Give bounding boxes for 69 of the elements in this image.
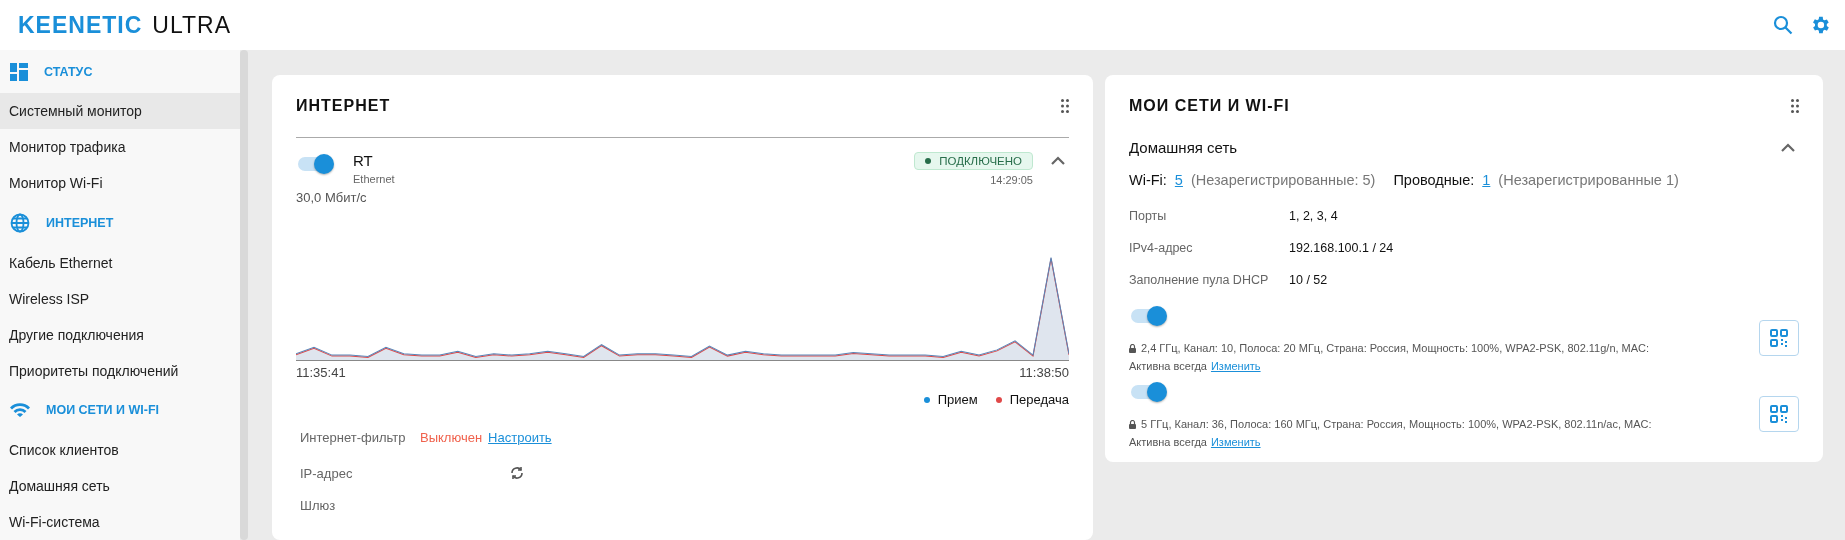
connection-type: Ethernet: [353, 173, 396, 185]
configure-link[interactable]: Настроить: [488, 429, 552, 445]
sidebar-item[interactable]: Приоритеты подключений: [0, 352, 240, 389]
sidebar-item[interactable]: Wi-Fi-система: [0, 504, 240, 540]
lock-icon: [1129, 343, 1136, 353]
network-details: 5 ГГц, Канал: 36, Полоса: 160 МГц, Страна: Россия, Мощность: 100%, WPA2-PSK, 802.11n/ac, MAC:: [1141, 418, 1652, 430]
lock-icon: [1129, 419, 1136, 429]
status-badge: ПОДКЛЮЧЕНО: [914, 152, 1033, 170]
segment-name: Домашняя сеть: [1129, 139, 1238, 156]
card-title: ИНТЕРНЕТ: [296, 97, 391, 115]
chart-start-time: 11:35:41: [296, 365, 346, 380]
logo[interactable]: KEENETIC ULTRA: [18, 11, 231, 39]
change-link[interactable]: Изменить: [1210, 360, 1261, 372]
qr-code-icon: [1770, 405, 1788, 423]
chevron-up-icon: [1781, 143, 1795, 152]
drag-handle-icon[interactable]: [1791, 99, 1799, 113]
section-title: СТАТУС: [44, 64, 93, 79]
field-label: Шлюз: [300, 497, 337, 513]
wired-unregistered: (Незарегистрированные 1): [1498, 172, 1679, 188]
wifi-unregistered: (Незарегистрированные: 5): [1190, 172, 1376, 188]
sidebar-item[interactable]: Домашняя сеть: [0, 468, 240, 504]
legend-label: Прием: [937, 392, 978, 407]
connection-speed: 30,0 Мбит/с: [296, 190, 368, 205]
property-value: 192.168.100.1 / 24: [1289, 241, 1394, 255]
sidebar-item[interactable]: Список клиентов: [0, 432, 240, 468]
wifi-count-label: Wi-Fi:: [1129, 172, 1167, 188]
field-value: Выключен: [420, 429, 483, 445]
connection-name: RT: [353, 152, 374, 169]
wifi-count-link[interactable]: 5: [1174, 172, 1183, 188]
legend-label: Передача: [1009, 392, 1069, 407]
sidebar-item[interactable]: Wireless ISP: [0, 280, 240, 317]
property-value: 10 / 52: [1289, 273, 1328, 287]
globe-icon: [10, 213, 30, 233]
sidebar-item[interactable]: Другие подключения: [0, 316, 240, 353]
wifi-icon: [10, 403, 30, 418]
wired-count-label: Проводные:: [1393, 172, 1475, 188]
change-link[interactable]: Изменить: [1210, 436, 1261, 448]
drag-handle-icon[interactable]: [1061, 99, 1069, 113]
network-details: 2,4 ГГц, Канал: 10, Полоса: 20 МГц, Страна: Россия, Мощность: 100%, WPA2-PSK, 802.11g/n, MAC:: [1141, 342, 1650, 354]
refresh-icon[interactable]: [510, 466, 524, 480]
card-title: МОИ СЕТИ И WI-FI: [1129, 97, 1290, 115]
search-icon: [1773, 15, 1793, 35]
network-schedule: Активна всегда: [1129, 360, 1207, 372]
toggle-switch[interactable]: [1129, 304, 1169, 328]
chart-end-time: 11:38:50: [1019, 365, 1069, 380]
toggle-switch[interactable]: [1129, 380, 1169, 404]
sidebar-item[interactable]: Монитор Wi-Fi: [0, 165, 240, 202]
chevron-up-icon: [1051, 156, 1065, 165]
section-title: ИНТЕРНЕТ: [46, 216, 114, 230]
connection-time: 14:29:05: [990, 174, 1033, 186]
wired-count-link[interactable]: 1: [1482, 172, 1491, 188]
qr-code-icon: [1770, 329, 1788, 347]
field-label: Интернет-фильтр: [300, 429, 407, 445]
property-label: Заполнение пула DHCP: [1129, 273, 1270, 287]
property-value: 1, 2, 3, 4: [1289, 209, 1338, 223]
search-button[interactable]: [1771, 13, 1795, 37]
scrollbar[interactable]: [240, 50, 248, 540]
section-title: МОИ СЕТИ И WI-FI: [46, 403, 160, 418]
dashboard-icon: [10, 62, 28, 81]
sidebar-item[interactable]: Монитор трафика: [0, 129, 240, 166]
field-label: IP-адрес: [300, 465, 354, 481]
qr-code-button[interactable]: [1759, 320, 1799, 356]
property-label: IPv4-адрес: [1129, 241, 1194, 255]
property-label: Порты: [1129, 209, 1168, 223]
qr-code-button[interactable]: [1759, 396, 1799, 432]
sidebar-item[interactable]: Системный монитор: [0, 93, 240, 130]
network-schedule: Активна всегда: [1129, 436, 1207, 448]
toggle-switch[interactable]: [296, 152, 336, 176]
sidebar-item[interactable]: Кабель Ethernet: [0, 244, 240, 281]
